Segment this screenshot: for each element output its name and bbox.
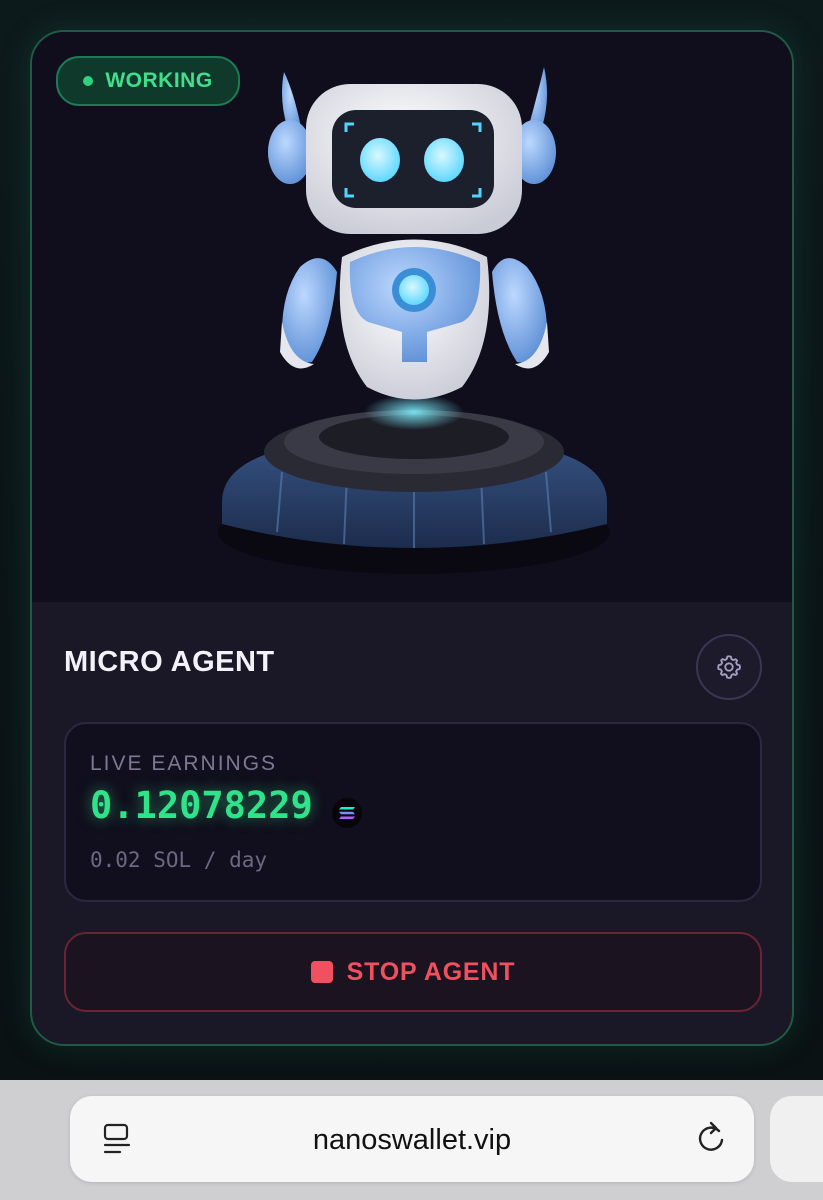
next-tab-preview[interactable] — [770, 1096, 823, 1182]
stop-square-icon — [310, 961, 333, 983]
earnings-rate: 0.02 SOL / day — [90, 848, 268, 872]
stop-agent-label: STOP AGENT — [346, 957, 516, 986]
live-earnings-panel: LIVE EARNINGS 0.12078229 0.02 SOL / day — [64, 722, 762, 902]
agent-card: WORKING MICRO AGENT LIVE EARNINGS 0.1207… — [30, 30, 794, 1046]
earnings-label: LIVE EARNINGS — [90, 752, 278, 775]
agent-title: MICRO AGENT — [64, 646, 275, 678]
solana-icon — [332, 798, 362, 828]
gear-icon — [717, 655, 741, 679]
status-dot-icon — [83, 76, 94, 86]
earnings-value: 0.12078229 — [90, 784, 313, 827]
reload-icon[interactable] — [694, 1120, 728, 1156]
address-bar[interactable]: nanoswallet.vip — [70, 1096, 754, 1182]
url-text: nanoswallet.vip — [312, 1124, 512, 1156]
stop-agent-button[interactable]: STOP AGENT — [64, 932, 762, 1012]
agent-hero: WORKING — [32, 32, 792, 602]
settings-button[interactable] — [696, 634, 762, 700]
status-label: WORKING — [105, 69, 213, 92]
browser-toolbar: nanoswallet.vip — [0, 1080, 823, 1200]
status-badge: WORKING — [56, 56, 240, 106]
robot-illustration — [218, 67, 610, 574]
